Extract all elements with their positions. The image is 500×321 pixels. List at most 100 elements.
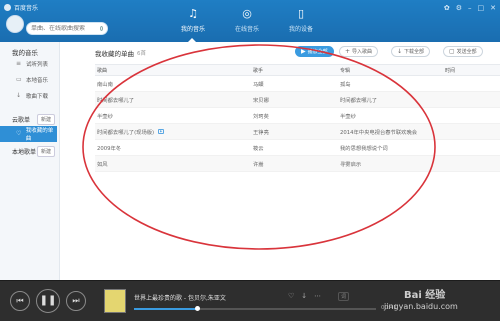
close-icon[interactable]: ✕ [490,4,496,12]
skin-icon[interactable]: ✿ [444,4,450,12]
song-title: 2009年冬 [97,145,122,152]
tab-online-music-label: 在线音乐 [234,26,259,33]
app-logo: 百度音乐 [4,3,38,12]
main-panel: 我收藏的单曲 6首 ▶ 播放全部 + 导入歌曲 ↓ 下载全部 ▢ 发送全部 歌曲… [61,42,500,280]
table-row[interactable]: 2009年冬 筱云 我的思想我想说个词 [95,140,500,156]
album-cover[interactable] [104,289,126,313]
column-song[interactable]: 歌曲 [95,67,253,74]
table-row[interactable]: 时间都去哪儿了(现场版) ▶ 王铮亮 2014年中央电视台春节联欢晚会 [95,124,500,140]
play-all-label: 播放全部 [307,49,328,55]
maximize-icon[interactable]: □ [478,4,485,12]
window-controls: ✿ ⚙ – □ ✕ [444,4,496,12]
song-album[interactable]: 我的思想我想说个词 [340,144,445,152]
send-all-label: 发送全部 [456,49,477,55]
sidebar-item-label: 本地音乐 [26,78,49,84]
globe-icon: ◎ [242,7,252,20]
play-circle-icon: ▶ [301,48,306,55]
sidebar-item-local-music[interactable]: ▭ 本地音乐 [0,72,59,88]
search-box[interactable] [26,22,108,35]
mv-icon[interactable]: ▶ [158,129,165,134]
tab-my-devices-label: 我的设备 [288,26,313,33]
song-artist[interactable]: 王铮亮 [253,128,340,136]
sidebar-item-favorites[interactable]: ♡ 我收藏的单曲 [0,126,57,142]
phone-icon: ▯ [297,7,305,20]
new-local-playlist-button[interactable]: 新建 [36,145,55,157]
song-title: 如风 [97,161,108,168]
song-table: 歌曲 歌手 专辑 时间 南山南 马頔 孤岛 时间都去哪儿了 宋贝娜 时间都去哪儿… [95,64,500,172]
lyrics-button[interactable]: 词 [338,292,350,301]
table-row[interactable]: 时间都去哪儿了 宋贝娜 时间都去哪儿了 [95,92,500,108]
sidebar-item-label: 我收藏的单曲 [25,128,54,142]
tab-my-music-label: 我的音乐 [180,26,205,33]
sidebar-item-label: 试听列表 [26,62,49,68]
send-all-button[interactable]: ▢ 发送全部 [443,46,483,57]
local-playlist-title: 本地歌单 [12,148,37,156]
monitor-icon: ▭ [16,76,22,83]
progress-knob[interactable] [194,306,200,311]
song-artist[interactable]: 宋贝娜 [253,96,340,104]
song-album[interactable]: 2014年中央电视台春节联欢晚会 [340,128,445,136]
sidebar-item-label: 歌曲下载 [26,94,49,100]
user-avatar[interactable] [6,15,24,33]
playlist-icon: ≡ [16,60,22,67]
more-icon[interactable]: ⋯ [314,292,321,300]
search-icon[interactable] [100,26,103,31]
music-note-icon: ♫ [188,7,198,20]
pause-icon[interactable]: ❚❚ [36,289,60,313]
minimize-icon[interactable]: – [468,4,472,12]
song-title: 南山南 [97,81,113,88]
download-icon: ↓ [397,48,403,55]
heart-icon: ♡ [16,130,22,137]
send-icon: ▢ [449,48,455,55]
song-album[interactable]: 时间都去哪儿了 [340,96,445,104]
plus-icon: + [345,48,351,55]
table-row[interactable]: 半壶纱 刘珂矣 半壶纱 [95,108,500,124]
baidu-music-logo-icon [4,4,11,11]
cloud-playlist-title: 云歌单 [12,116,31,124]
song-artist[interactable]: 许嵩 [253,160,340,168]
song-artist[interactable]: 刘珂矣 [253,112,340,120]
download-all-label: 下载全部 [404,49,425,55]
main-header: 我收藏的单曲 6首 [61,42,500,64]
import-songs-button[interactable]: + 导入歌曲 [339,46,379,57]
tab-my-devices[interactable]: ▯ 我的设备 [276,6,326,42]
progress-bar[interactable] [134,306,376,311]
player-controls: ♡ ↓ ⋯ [288,292,321,300]
play-all-button[interactable]: ▶ 播放全部 [295,46,334,57]
top-bar: 百度音乐 ♫ 我的音乐 ◎ 在线音乐 ▯ 我的设备 ✿ ⚙ – □ ✕ [0,0,500,42]
tab-my-music[interactable]: ♫ 我的音乐 [168,6,218,42]
now-playing-title[interactable]: 世界上最珍贵的歌 - 包贝尔,朱亚文 [134,293,226,302]
sidebar: 我的音乐 ≡ 试听列表 ▭ 本地音乐 ↓ 歌曲下载 云歌单 新建 ♡ 我收藏的单… [0,42,60,280]
sidebar-item-downloads[interactable]: ↓ 歌曲下载 [0,88,59,104]
heart-icon[interactable]: ♡ [288,292,294,300]
song-title: 时间都去哪儿了 [97,97,135,104]
song-title: 时间都去哪儿了(现场版) [97,129,155,136]
song-album[interactable]: 孤岛 [340,80,445,88]
download-icon: ↓ [16,92,22,99]
watermark-url: jingyan.baidu.com [384,302,458,311]
song-artist[interactable]: 筱云 [253,144,340,152]
song-artist[interactable]: 马頔 [253,80,340,88]
sidebar-item-trial-list[interactable]: ≡ 试听列表 [0,56,59,72]
song-album[interactable]: 寻雾启示 [340,160,445,168]
search-input[interactable] [31,25,97,32]
table-row[interactable]: 如风 许嵩 寻雾启示 [95,156,500,172]
song-album[interactable]: 半壶纱 [340,112,445,120]
column-album[interactable]: 专辑 [340,67,445,74]
column-artist[interactable]: 歌手 [253,67,340,74]
song-count: 6首 [137,51,146,57]
table-row[interactable]: 南山南 马頔 孤岛 [95,76,500,92]
next-icon[interactable]: ⏭ [66,291,86,311]
tab-online-music[interactable]: ◎ 在线音乐 [222,6,272,42]
download-all-button[interactable]: ↓ 下载全部 [391,46,431,57]
download-icon[interactable]: ↓ [301,292,307,300]
local-playlist-section: 本地歌单 新建 [0,144,59,158]
progress-fill [134,308,197,310]
previous-icon[interactable]: ⏮ [10,291,30,311]
settings-icon[interactable]: ⚙ [456,4,462,12]
app-title: 百度音乐 [14,5,39,12]
sidebar-my-music-title: 我的音乐 [12,49,38,57]
column-time[interactable]: 时间 [445,67,500,74]
new-cloud-playlist-button[interactable]: 新建 [36,113,55,125]
import-label: 导入歌曲 [352,49,373,55]
